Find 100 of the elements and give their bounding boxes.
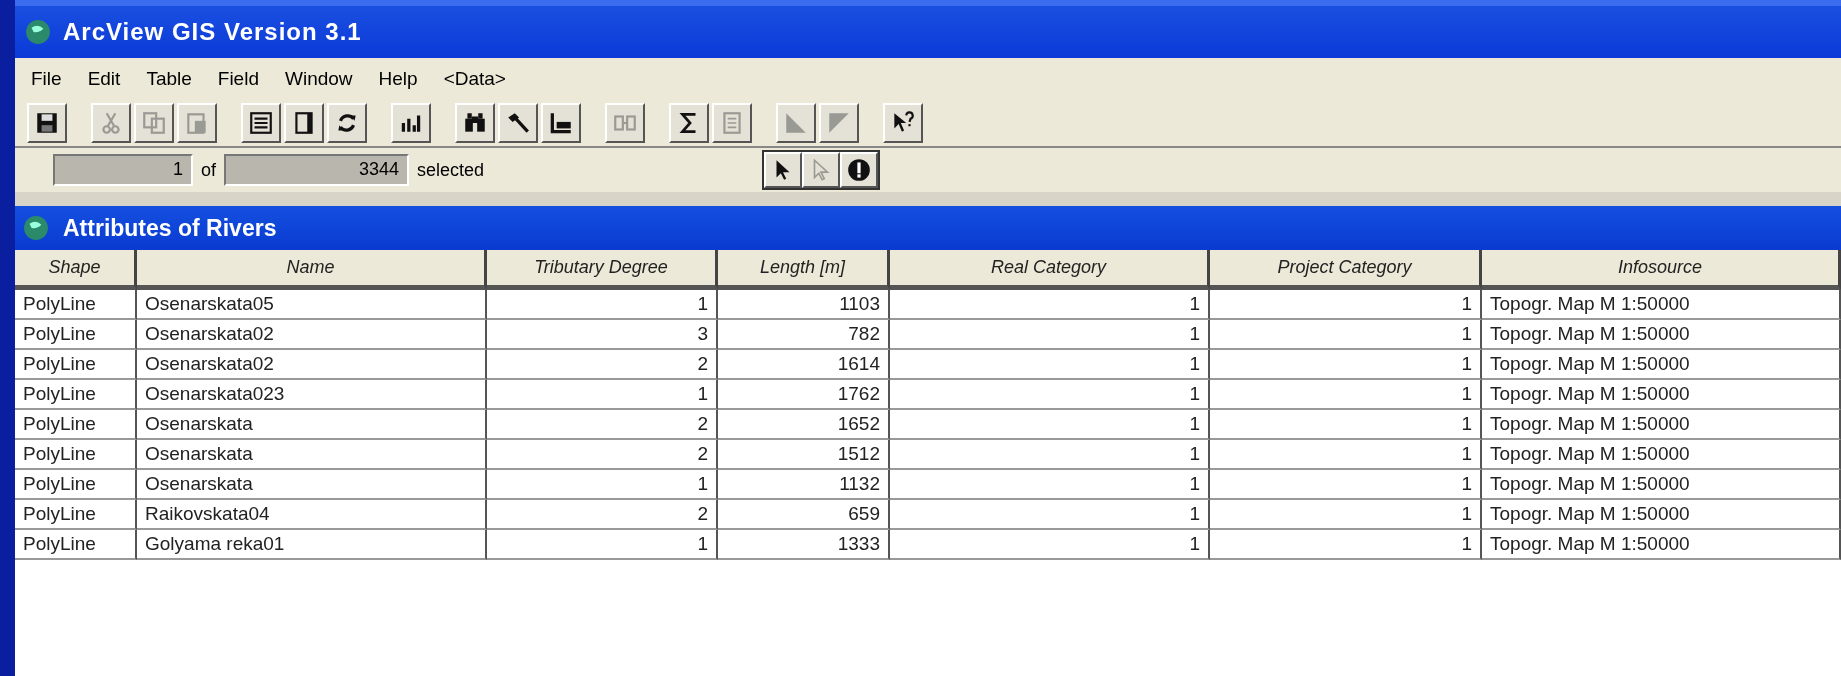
toolbar-button[interactable]	[455, 103, 495, 143]
table-cell: 1512	[718, 440, 890, 470]
table-cell: 1	[1210, 380, 1482, 410]
table-cell: 1	[1210, 440, 1482, 470]
table-cell: PolyLine	[15, 350, 137, 380]
menu-item[interactable]: Table	[144, 68, 194, 90]
table-cell: 1	[1210, 530, 1482, 560]
status-text: of	[201, 159, 216, 181]
table-cell: Topogr. Map M 1:50000	[1482, 410, 1841, 440]
table-cell: PolyLine	[15, 530, 137, 560]
save-icon	[34, 110, 60, 136]
menu-item[interactable]: Help	[376, 68, 420, 90]
table-cell: 1	[1210, 320, 1482, 350]
menu-item[interactable]: Edit	[85, 68, 123, 90]
column-header[interactable]: Name	[137, 250, 487, 290]
table-cell: 1	[890, 350, 1210, 380]
table-cell: Topogr. Map M 1:50000	[1482, 530, 1841, 560]
column-header[interactable]: Length [m]	[718, 250, 890, 290]
table-cell: 1	[1210, 470, 1482, 500]
table-cell: 1	[1210, 350, 1482, 380]
table-cell: 1	[1210, 500, 1482, 530]
triangle-icon	[783, 110, 809, 136]
table-cell: 1762	[718, 380, 890, 410]
menu-item[interactable]: Field	[215, 68, 261, 90]
table-cell: Osenarskata	[137, 410, 487, 440]
toolbar-button[interactable]	[883, 103, 923, 143]
column-header[interactable]: Tributary Degree	[487, 250, 718, 290]
table-cell: Osenarskata05	[137, 290, 487, 320]
table-cell: PolyLine	[15, 290, 137, 320]
table-cell: 1652	[718, 410, 890, 440]
toolbar-button[interactable]	[327, 103, 367, 143]
toolbar-button[interactable]	[498, 103, 538, 143]
table-cell: Osenarskata	[137, 440, 487, 470]
list-icon	[248, 110, 274, 136]
table-cell: Topogr. Map M 1:50000	[1482, 320, 1841, 350]
table-cell: Topogr. Map M 1:50000	[1482, 470, 1841, 500]
column-header[interactable]: Infosource	[1482, 250, 1841, 290]
menu-item[interactable]: <Data>	[441, 68, 508, 90]
table-cell: 2	[487, 350, 718, 380]
table-cell: PolyLine	[15, 440, 137, 470]
table-cell: 1333	[718, 530, 890, 560]
copy-icon	[141, 110, 167, 136]
toolbar-button[interactable]	[241, 103, 281, 143]
table-cell: 1	[1210, 290, 1482, 320]
table-cell: Topogr. Map M 1:50000	[1482, 500, 1841, 530]
hammer-icon	[505, 110, 531, 136]
table-cell: 1	[1210, 410, 1482, 440]
info-icon	[846, 157, 873, 183]
table-cell: 3	[487, 320, 718, 350]
toolbar-button[interactable]	[27, 103, 67, 143]
triangle-icon	[826, 110, 852, 136]
table-cell: 1614	[718, 350, 890, 380]
toolbar-button[interactable]	[669, 103, 709, 143]
selected-count-field: 1	[53, 154, 193, 186]
table-cell: 1	[890, 320, 1210, 350]
table-cell: Golyama reka01	[137, 530, 487, 560]
table-cell: 1	[487, 380, 718, 410]
table-cell: PolyLine	[15, 470, 137, 500]
table-cell: 659	[718, 500, 890, 530]
table-cell: 1	[890, 470, 1210, 500]
tool-button[interactable]	[764, 152, 803, 188]
table-cell: 1	[890, 410, 1210, 440]
table-cell: PolyLine	[15, 380, 137, 410]
table-cell: PolyLine	[15, 410, 137, 440]
menu-item[interactable]: Window	[283, 68, 355, 90]
table-cell: Topogr. Map M 1:50000	[1482, 350, 1841, 380]
table-cell: 1	[890, 440, 1210, 470]
table-cell: Topogr. Map M 1:50000	[1482, 290, 1841, 320]
table-cell: 1132	[718, 470, 890, 500]
table-cell: Raikovskata04	[137, 500, 487, 530]
table-cell: 2	[487, 500, 718, 530]
total-count-field: 3344	[224, 154, 409, 186]
window-title: ArcView GIS Version 3.1	[63, 18, 362, 46]
globe-icon	[25, 19, 51, 45]
table-cell: 1	[890, 530, 1210, 560]
table-cell: 782	[718, 320, 890, 350]
table-cell: 1103	[718, 290, 890, 320]
table-cell: 1	[890, 380, 1210, 410]
table-cell: PolyLine	[15, 320, 137, 350]
toolbar-button[interactable]	[391, 103, 431, 143]
table-icon	[548, 110, 574, 136]
toolbar-button[interactable]	[541, 103, 581, 143]
table-cell: PolyLine	[15, 500, 137, 530]
menu-item[interactable]: File	[29, 68, 64, 90]
table-cell: 1	[487, 530, 718, 560]
globe-icon	[23, 215, 49, 241]
table-cell: 2	[487, 410, 718, 440]
tool-button[interactable]	[840, 152, 879, 188]
table-title: Attributes of Rivers	[63, 214, 277, 242]
column-header[interactable]: Shape	[15, 250, 137, 290]
table-cell: 1	[890, 290, 1210, 320]
column-header[interactable]: Real Category	[890, 250, 1210, 290]
column-header[interactable]: Project Category	[1210, 250, 1482, 290]
table-cell: Osenarskata02	[137, 320, 487, 350]
toolbar-button[interactable]	[284, 103, 324, 143]
table-cell: Topogr. Map M 1:50000	[1482, 380, 1841, 410]
table-cell: 2	[487, 440, 718, 470]
table-cell: 1	[890, 500, 1210, 530]
table-cell: 1	[487, 290, 718, 320]
table-cell: Osenarskata023	[137, 380, 487, 410]
